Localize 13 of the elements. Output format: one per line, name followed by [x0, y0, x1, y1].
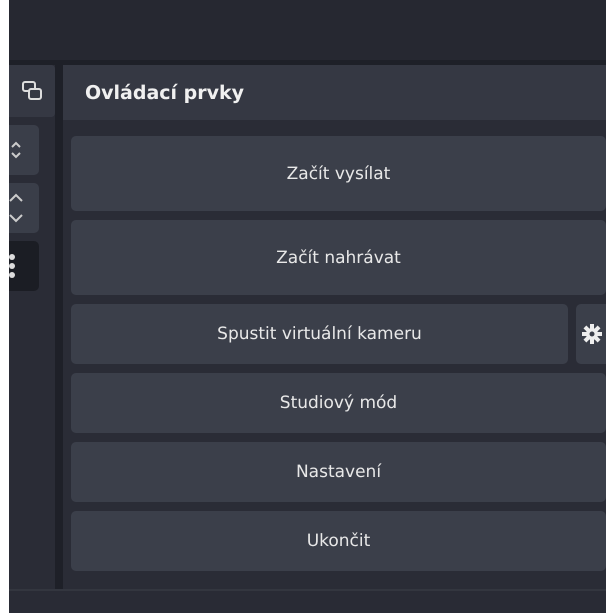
dock-title: Ovládací prvky [85, 82, 244, 104]
dots-icon[interactable] [9, 253, 15, 279]
control-button[interactable]: Nastavení [71, 442, 606, 502]
control-button[interactable]: Začít nahrávat [71, 220, 606, 295]
settings-button[interactable] [576, 304, 606, 364]
control-button[interactable]: Začít vysílat [71, 136, 606, 211]
gear-icon [582, 324, 602, 344]
control-button[interactable]: Ukončit [71, 511, 606, 571]
control-button[interactable]: Studiový mód [71, 373, 606, 433]
undock-icon[interactable] [22, 81, 42, 101]
chevron-up-down-icon[interactable] [9, 191, 23, 225]
chevron-up-down-icon[interactable] [9, 139, 23, 161]
control-button[interactable]: Spustit virtuální kameru [71, 304, 568, 364]
